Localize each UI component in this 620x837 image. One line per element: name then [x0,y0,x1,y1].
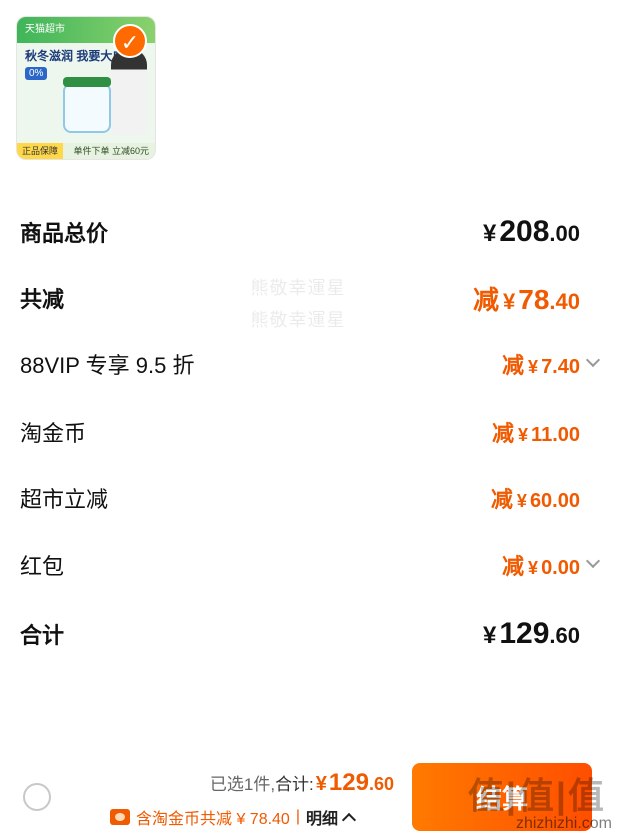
redpacket-row[interactable]: 红包 减 ¥0.00 [20,545,601,585]
total-discount-value: 减 ¥78.40 [472,283,580,315]
chevron-down-icon[interactable] [585,553,601,569]
redpacket-label: 红包 [20,554,65,579]
grand-total-value: ¥129.60 [482,617,580,650]
coin-discount-value: 减 ¥11.00 [492,421,580,446]
checkout-bar: 已选1件, 合计: ¥ 129 .60 含淘金币共减 ¥ 78.40 | 明细 … [0,757,620,837]
chevron-down-icon[interactable] [585,352,601,368]
redpacket-value: 减 ¥0.00 [502,554,580,579]
vip-discount-row[interactable]: 88VIP 专享 9.5 折 减 ¥7.40 [20,344,601,384]
vip-discount-value: 减 ¥7.40 [502,353,580,378]
market-discount-row: 超市立减 减 ¥60.00 [20,478,580,518]
selected-count: 已选1件, [209,775,276,794]
goods-total-label: 商品总价 [20,221,109,246]
summary-currency: ¥ [315,773,327,795]
summary-total-label: 合计: [275,775,314,794]
detail-link[interactable]: 明细 [306,805,338,829]
vip-discount-label: 88VIP 专享 9.5 折 [20,353,195,378]
selected-check-icon[interactable]: ✓ [113,24,147,58]
summary-total-dec: .60 [368,774,394,794]
thumb-guarantee: 正品保障 [17,143,64,159]
summary-total-int: 129 [328,769,369,796]
checkout-summary: 已选1件, 合计: ¥ 129 .60 [210,769,394,797]
market-discount-label: 超市立减 [20,487,109,512]
total-discount-row: 共减 减 ¥78.40 [20,278,580,318]
coin-icon [110,809,130,825]
site-watermark-logo: 值|值|值 [467,775,606,816]
separator: | [295,808,300,825]
coin-discount-label: 淘金币 [20,421,87,446]
chevron-up-icon[interactable] [341,812,357,828]
select-all-radio[interactable] [23,783,51,811]
model-figure-image [111,49,147,135]
coin-discount-summary: 含淘金币共减 ¥ 78.40 [136,811,290,828]
coin-discount-row: 淘金币 减 ¥11.00 [20,412,580,452]
grand-total-label: 合计 [20,623,65,648]
total-discount-label: 共减 [20,287,65,312]
site-watermark-url: zhizhizhi.com [515,815,612,832]
goods-total-row: 商品总价 ¥208.00 [20,212,580,252]
market-discount-value: 减 ¥60.00 [490,487,580,512]
goods-total-value: ¥208.00 [482,215,580,248]
discount-detail-line[interactable]: 含淘金币共减 ¥ 78.40 | 明细 [110,805,357,829]
grand-total-row: 合计 ¥129.60 [20,614,580,654]
product-jar-image [63,77,111,133]
thumb-tag: 0% [25,67,48,80]
